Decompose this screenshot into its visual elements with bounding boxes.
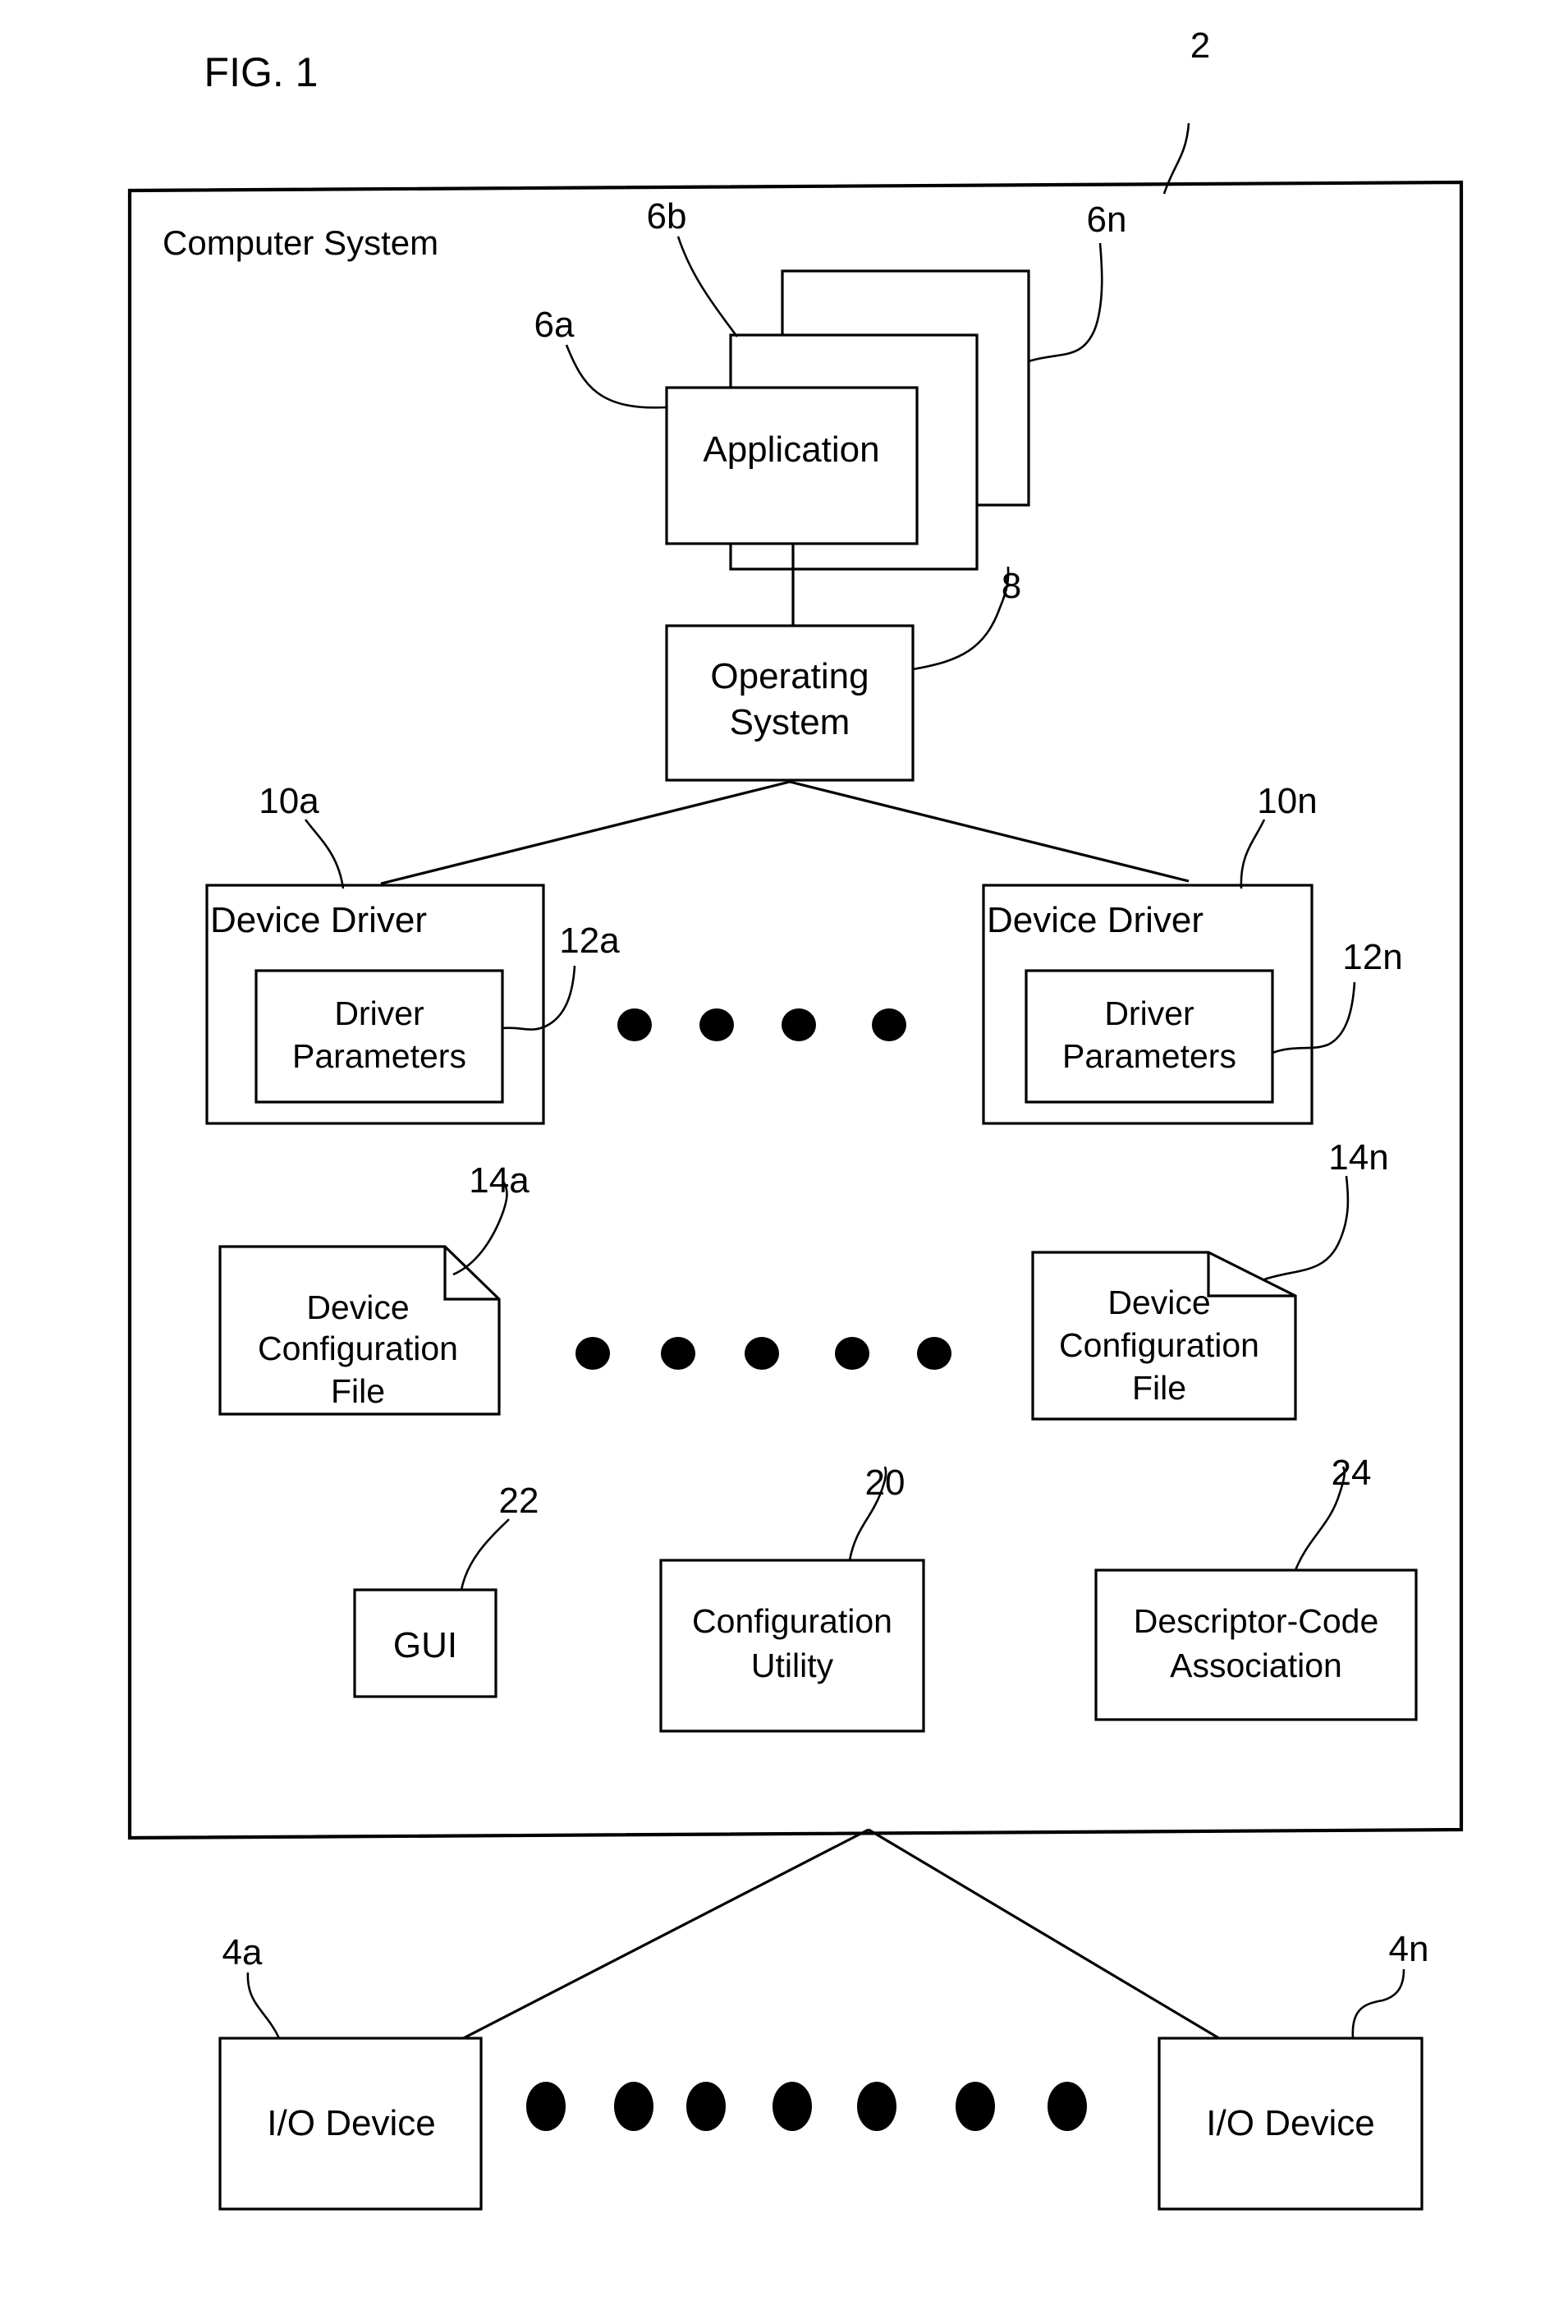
- ref-number-application-back: 6n: [1087, 200, 1127, 240]
- ref-leader-io-device-right: [1351, 1968, 1405, 2039]
- ref-number-device-driver-left: 10a: [259, 781, 319, 821]
- ellipsis-dot: [526, 2082, 566, 2131]
- ref-number-driver-parameters-left: 12a: [559, 921, 620, 961]
- connector-system-io-right: [868, 1828, 1259, 2063]
- driver-parameters-left-line1: Driver: [334, 994, 424, 1032]
- ref-number-driver-parameters-right: 12n: [1342, 937, 1402, 977]
- ref-number-io-device-left: 4a: [222, 1932, 263, 1973]
- ellipsis-dot: [857, 2082, 896, 2131]
- ref-number-application-front: 6a: [534, 305, 575, 345]
- driver-parameters-right-line1: Driver: [1104, 994, 1194, 1032]
- application-label: Application: [703, 429, 879, 470]
- driver-parameters-left-box: [254, 969, 504, 1104]
- ellipsis-dot: [614, 2082, 653, 2131]
- operating-system-label-line1: Operating: [710, 656, 869, 696]
- configuration-utility-line1: Configuration: [692, 1602, 892, 1640]
- descriptor-code-association-box: [1094, 1568, 1418, 1721]
- ref-number-io-device-right: 4n: [1389, 1929, 1429, 1969]
- config-file-right-line1: Device: [1107, 1284, 1210, 1321]
- configuration-utility-line2: Utility: [751, 1647, 834, 1684]
- config-file-left-line2: Configuration: [258, 1330, 458, 1367]
- ref-number-descriptor-code: 24: [1332, 1453, 1372, 1493]
- driver-parameters-right-line2: Parameters: [1062, 1037, 1236, 1075]
- gui-label: GUI: [393, 1625, 457, 1665]
- config-file-left-line1: Device: [306, 1288, 409, 1326]
- ellipsis-dot: [835, 1337, 869, 1370]
- ellipsis-dot: [1048, 2082, 1087, 2131]
- ref-number-configuration-utility: 20: [865, 1463, 905, 1503]
- config-file-right-line3: File: [1132, 1369, 1186, 1407]
- driver-parameters-right-box: [1025, 969, 1274, 1104]
- driver-parameters-left-line2: Parameters: [292, 1037, 466, 1075]
- ref-number-config-file-left: 14a: [469, 1160, 530, 1201]
- config-file-left-line3: File: [331, 1372, 385, 1410]
- descriptor-code-line1: Descriptor-Code: [1134, 1602, 1379, 1640]
- patent-figure: FIG. 1 Computer System 2 Application 6a …: [0, 0, 1568, 2324]
- ellipsis-dot: [956, 2082, 995, 2131]
- device-driver-right-label: Device Driver: [987, 900, 1204, 940]
- ellipsis-dot: [686, 2082, 726, 2131]
- ref-number-application-middle: 6b: [647, 196, 687, 237]
- ellipsis-dot: [617, 1008, 652, 1041]
- ellipsis-dot: [745, 1337, 779, 1370]
- figure-title: FIG. 1: [204, 49, 319, 95]
- io-device-left-label: I/O Device: [267, 2103, 435, 2143]
- ref-number-system: 2: [1190, 25, 1210, 66]
- ellipsis-dot: [872, 1008, 906, 1041]
- ref-number-device-driver-right: 10n: [1257, 781, 1317, 821]
- operating-system-label-line2: System: [730, 702, 850, 742]
- io-device-right-label: I/O Device: [1206, 2103, 1374, 2143]
- ellipsis-dot: [773, 2082, 812, 2131]
- config-file-right-line2: Configuration: [1059, 1326, 1259, 1364]
- ellipsis-dot: [661, 1337, 695, 1370]
- io-row-ellipsis: [526, 2082, 1087, 2131]
- ellipsis-dot: [782, 1008, 816, 1041]
- ellipsis-dot: [575, 1337, 610, 1370]
- ref-number-operating-system: 8: [1002, 566, 1021, 606]
- device-driver-left-label: Device Driver: [210, 900, 427, 940]
- ref-number-config-file-right: 14n: [1328, 1137, 1388, 1178]
- ref-leader-io-device-left: [246, 1972, 281, 2039]
- ellipsis-dot: [699, 1008, 734, 1041]
- configuration-utility-box: [659, 1559, 925, 1733]
- connector-system-io-left: [418, 1828, 869, 2063]
- descriptor-code-line2: Association: [1170, 1647, 1342, 1684]
- ref-number-gui: 22: [499, 1481, 539, 1521]
- ellipsis-dot: [917, 1337, 951, 1370]
- computer-system-label: Computer System: [163, 223, 438, 262]
